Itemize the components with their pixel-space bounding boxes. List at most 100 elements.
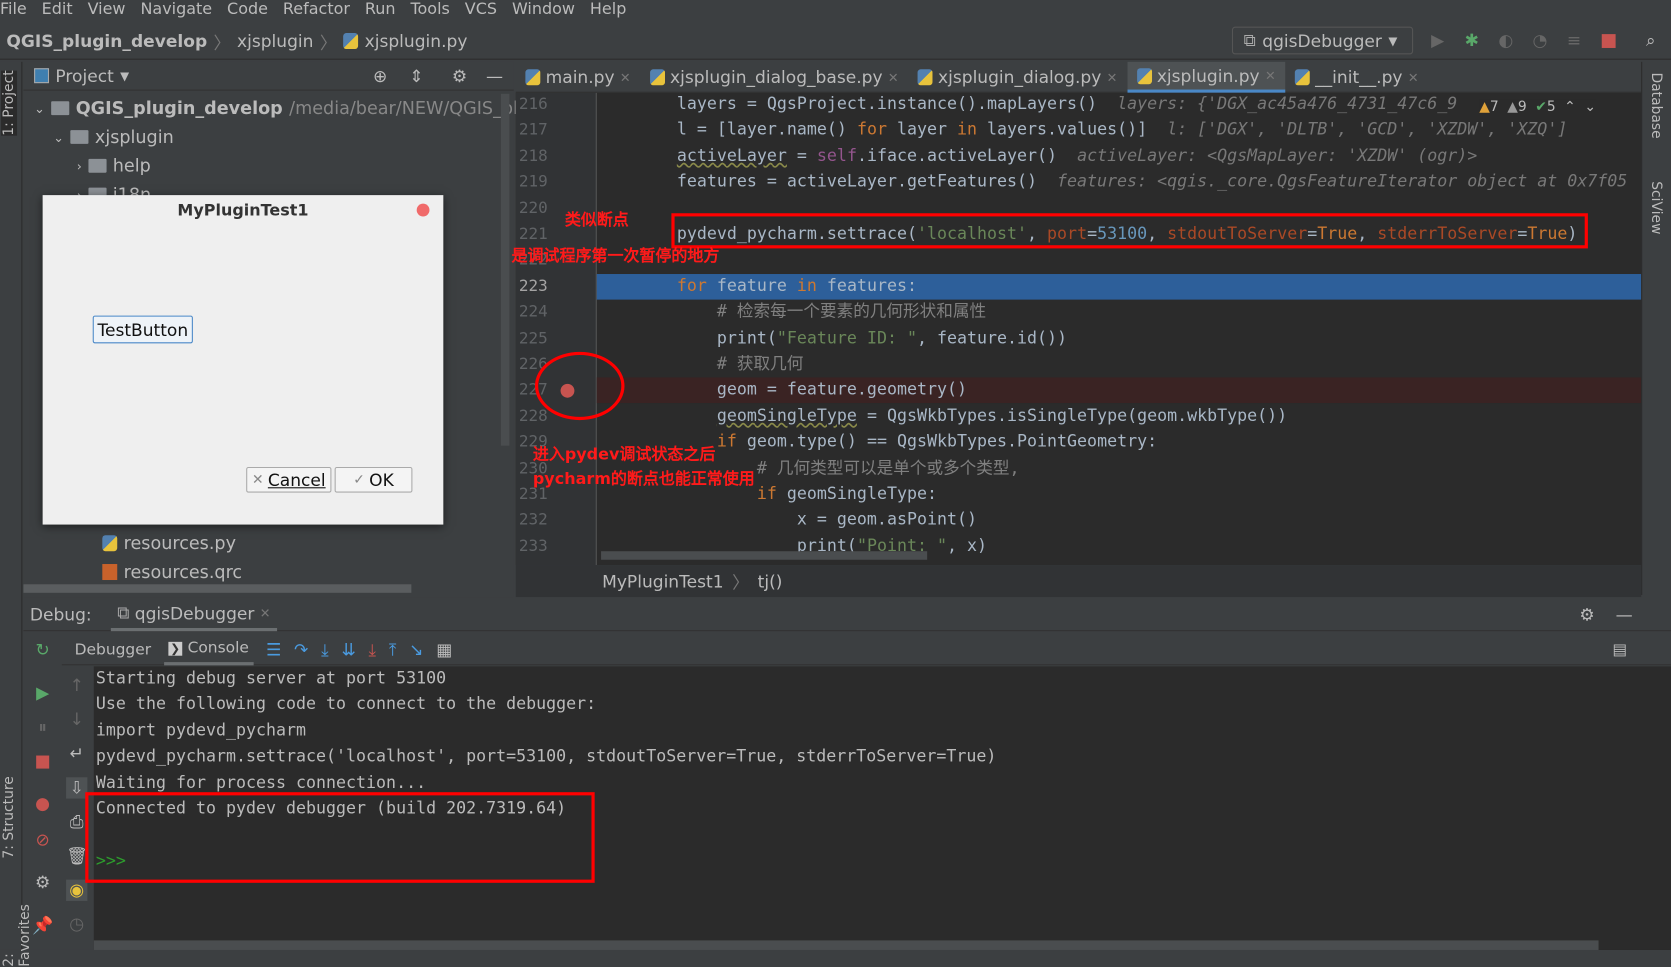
coverage-icon[interactable]: ◐ [1496, 30, 1515, 50]
breadcrumb-method[interactable]: tj() [758, 571, 783, 591]
step-out-icon[interactable]: ⤒ [389, 639, 397, 660]
debug-bug-icon[interactable]: ✱ [1462, 30, 1481, 50]
show-execution-point-icon[interactable]: ☰ [266, 640, 281, 660]
tree-item-xjsplugin[interactable]: ⌄ xjsplugin [53, 127, 173, 147]
step-over-icon[interactable]: ↷ [294, 640, 308, 660]
close-icon[interactable]: ✕ [1107, 70, 1118, 85]
code-editor[interactable]: 216 217 218 219 220 221 222 223 224 225 226 227 228 2… [515, 92, 1642, 566]
tree-item-help[interactable]: › help [77, 156, 151, 176]
profile-icon[interactable]: ◔ [1530, 30, 1549, 50]
pause-icon[interactable]: ⏸ [32, 716, 53, 737]
menu-edit[interactable]: Edit [42, 0, 73, 21]
close-icon[interactable]: ✕ [888, 70, 899, 85]
view-breakpoints-icon[interactable]: ● [32, 793, 53, 814]
stop-icon[interactable]: ■ [32, 751, 53, 772]
python-console-icon[interactable]: ◉ [66, 879, 88, 901]
step-into-my-code-icon[interactable]: ⇊ [341, 640, 355, 660]
vertical-scrollbar[interactable] [500, 93, 510, 446]
tab-console[interactable]: ❯ Console [163, 635, 254, 665]
resume-icon[interactable]: ▶ [32, 682, 53, 703]
menu-tools[interactable]: Tools [410, 0, 449, 21]
menu-code[interactable]: Code [227, 0, 268, 21]
code-line[interactable]: geomSingleType = QgsWkbTypes.isSingleTyp… [597, 403, 1641, 429]
history-icon[interactable]: ◷ [66, 914, 87, 935]
tree-item-resources-qrc[interactable]: resources.qrc [102, 562, 242, 582]
mute-breakpoints-icon[interactable]: ⊘ [32, 830, 53, 851]
horizontal-scrollbar[interactable] [93, 940, 1599, 950]
close-icon[interactable] [416, 203, 430, 217]
run-to-cursor-icon[interactable]: ↘ [409, 640, 423, 660]
layout-icon[interactable]: ▤ [1612, 641, 1627, 658]
tab-xjsplugin-dialog-base-py[interactable]: xjsplugin_dialog_base.py ✕ [640, 62, 908, 93]
tab-xjsplugin-py[interactable]: xjsplugin.py ✕ [1126, 61, 1286, 93]
horizontal-scrollbar[interactable] [23, 584, 412, 593]
trash-icon[interactable]: 🗑 [66, 845, 88, 866]
gear-icon[interactable]: ⚙ [32, 872, 53, 893]
code-line[interactable]: print("Feature ID: ", feature.id()) [597, 325, 1641, 351]
evaluate-expression-icon[interactable]: ▦ [436, 640, 452, 660]
debug-session-tab[interactable]: ⧉ qgisDebugger ✕ [110, 599, 277, 631]
tree-item-resources-py[interactable]: resources.py [102, 533, 236, 553]
project-tool-button[interactable]: 1: Project [1, 70, 18, 136]
arrow-up-icon[interactable]: ↑ [66, 675, 87, 696]
structure-tool-button[interactable]: 7: Structure [1, 776, 17, 858]
code-line[interactable]: geom = feature.geometry() [597, 377, 1641, 403]
minimize-icon[interactable]: — [486, 66, 503, 86]
menu-help[interactable]: Help [590, 0, 626, 21]
menu-refactor[interactable]: Refactor [283, 0, 350, 21]
breadcrumb-class[interactable]: MyPluginTest1 [602, 571, 723, 591]
menu-view[interactable]: View [88, 0, 126, 21]
code-line[interactable]: l = [layer.name() for layer in layers.va… [597, 117, 1641, 143]
database-tool-button[interactable]: Database [1648, 73, 1664, 139]
inspection-widget[interactable]: ▲7 ▲9 ✔5 ⌃ ⌄ [1479, 99, 1596, 116]
ok-button[interactable]: ✓ OK [334, 466, 413, 493]
chevron-down-icon[interactable]: ▼ [120, 69, 129, 83]
minimize-icon[interactable]: — [1616, 605, 1633, 625]
tab--init-py[interactable]: __init__.py ✕ [1285, 62, 1428, 93]
close-icon[interactable]: ✕ [620, 70, 631, 85]
menu-window[interactable]: Window [512, 0, 575, 21]
stop-icon[interactable] [1599, 31, 1618, 50]
run-configuration-dropdown[interactable]: ⧉ qgisDebugger ▼ [1231, 26, 1414, 55]
breadcrumb-folder[interactable]: xjsplugin [237, 31, 313, 51]
search-icon[interactable]: ⌕ [1641, 30, 1660, 50]
close-icon[interactable]: ✕ [1265, 68, 1276, 83]
scroll-to-end-icon[interactable]: ⇩ [66, 777, 88, 799]
chevron-down-icon[interactable]: ⌄ [1584, 99, 1596, 115]
run-icon[interactable]: ▶ [1428, 30, 1447, 50]
chevron-up-icon[interactable]: ⌃ [1564, 99, 1576, 115]
code-line[interactable]: for feature in features: [597, 273, 1641, 299]
project-view-selector[interactable]: Project [55, 66, 113, 86]
arrow-down-icon[interactable]: ↓ [66, 709, 87, 730]
sciview-tool-button[interactable]: SciView [1648, 181, 1664, 234]
code-line[interactable] [597, 247, 1641, 273]
close-icon[interactable]: ✕ [1408, 70, 1419, 85]
build-icon[interactable]: ≡ [1564, 30, 1583, 50]
pin-icon[interactable]: 📌 [32, 915, 53, 936]
code-line[interactable]: features = activeLayer.getFeatures() fea… [597, 169, 1641, 195]
code-line[interactable]: if geom.type() == QgsWkbTypes.PointGeome… [597, 429, 1641, 455]
code-line[interactable]: x = geom.asPoint() [597, 507, 1641, 533]
menu-file[interactable]: File [0, 0, 27, 21]
editor-gutter[interactable]: 216 217 218 219 220 221 222 223 224 225 226 227 228 2… [515, 92, 597, 566]
rerun-icon[interactable]: ↻ [32, 640, 53, 661]
horizontal-scrollbar[interactable] [601, 551, 928, 560]
cancel-button[interactable]: ✕ Cancel [246, 466, 332, 493]
code-line[interactable]: # 获取几何 [597, 351, 1641, 377]
code-line[interactable]: activeLayer = self.iface.activeLayer() a… [597, 143, 1641, 169]
test-button[interactable]: TestButton [92, 315, 193, 344]
tab-xjsplugin-dialog-py[interactable]: xjsplugin_dialog.py ✕ [908, 62, 1127, 93]
menu-run[interactable]: Run [365, 0, 396, 21]
gear-icon[interactable]: ⚙ [1579, 605, 1594, 625]
menu-vcs[interactable]: VCS [465, 0, 497, 21]
step-into-icon[interactable]: ⤓ [321, 639, 329, 660]
tree-item-root[interactable]: ⌄ QGIS_plugin_develop /media/bear/NEW/QG… [34, 98, 545, 118]
print-icon[interactable]: ⎙ [66, 811, 87, 832]
menu-navigate[interactable]: Navigate [140, 0, 212, 21]
tab-main-py[interactable]: main.py ✕ [516, 62, 640, 93]
tab-debugger[interactable]: Debugger [75, 641, 151, 658]
collapse-all-icon[interactable]: ⇕ [409, 66, 423, 86]
close-icon[interactable]: ✕ [260, 606, 271, 621]
code-line[interactable]: # 检索每一个要素的几何形状和属性 [597, 299, 1641, 325]
locate-icon[interactable]: ⊕ [373, 66, 387, 86]
